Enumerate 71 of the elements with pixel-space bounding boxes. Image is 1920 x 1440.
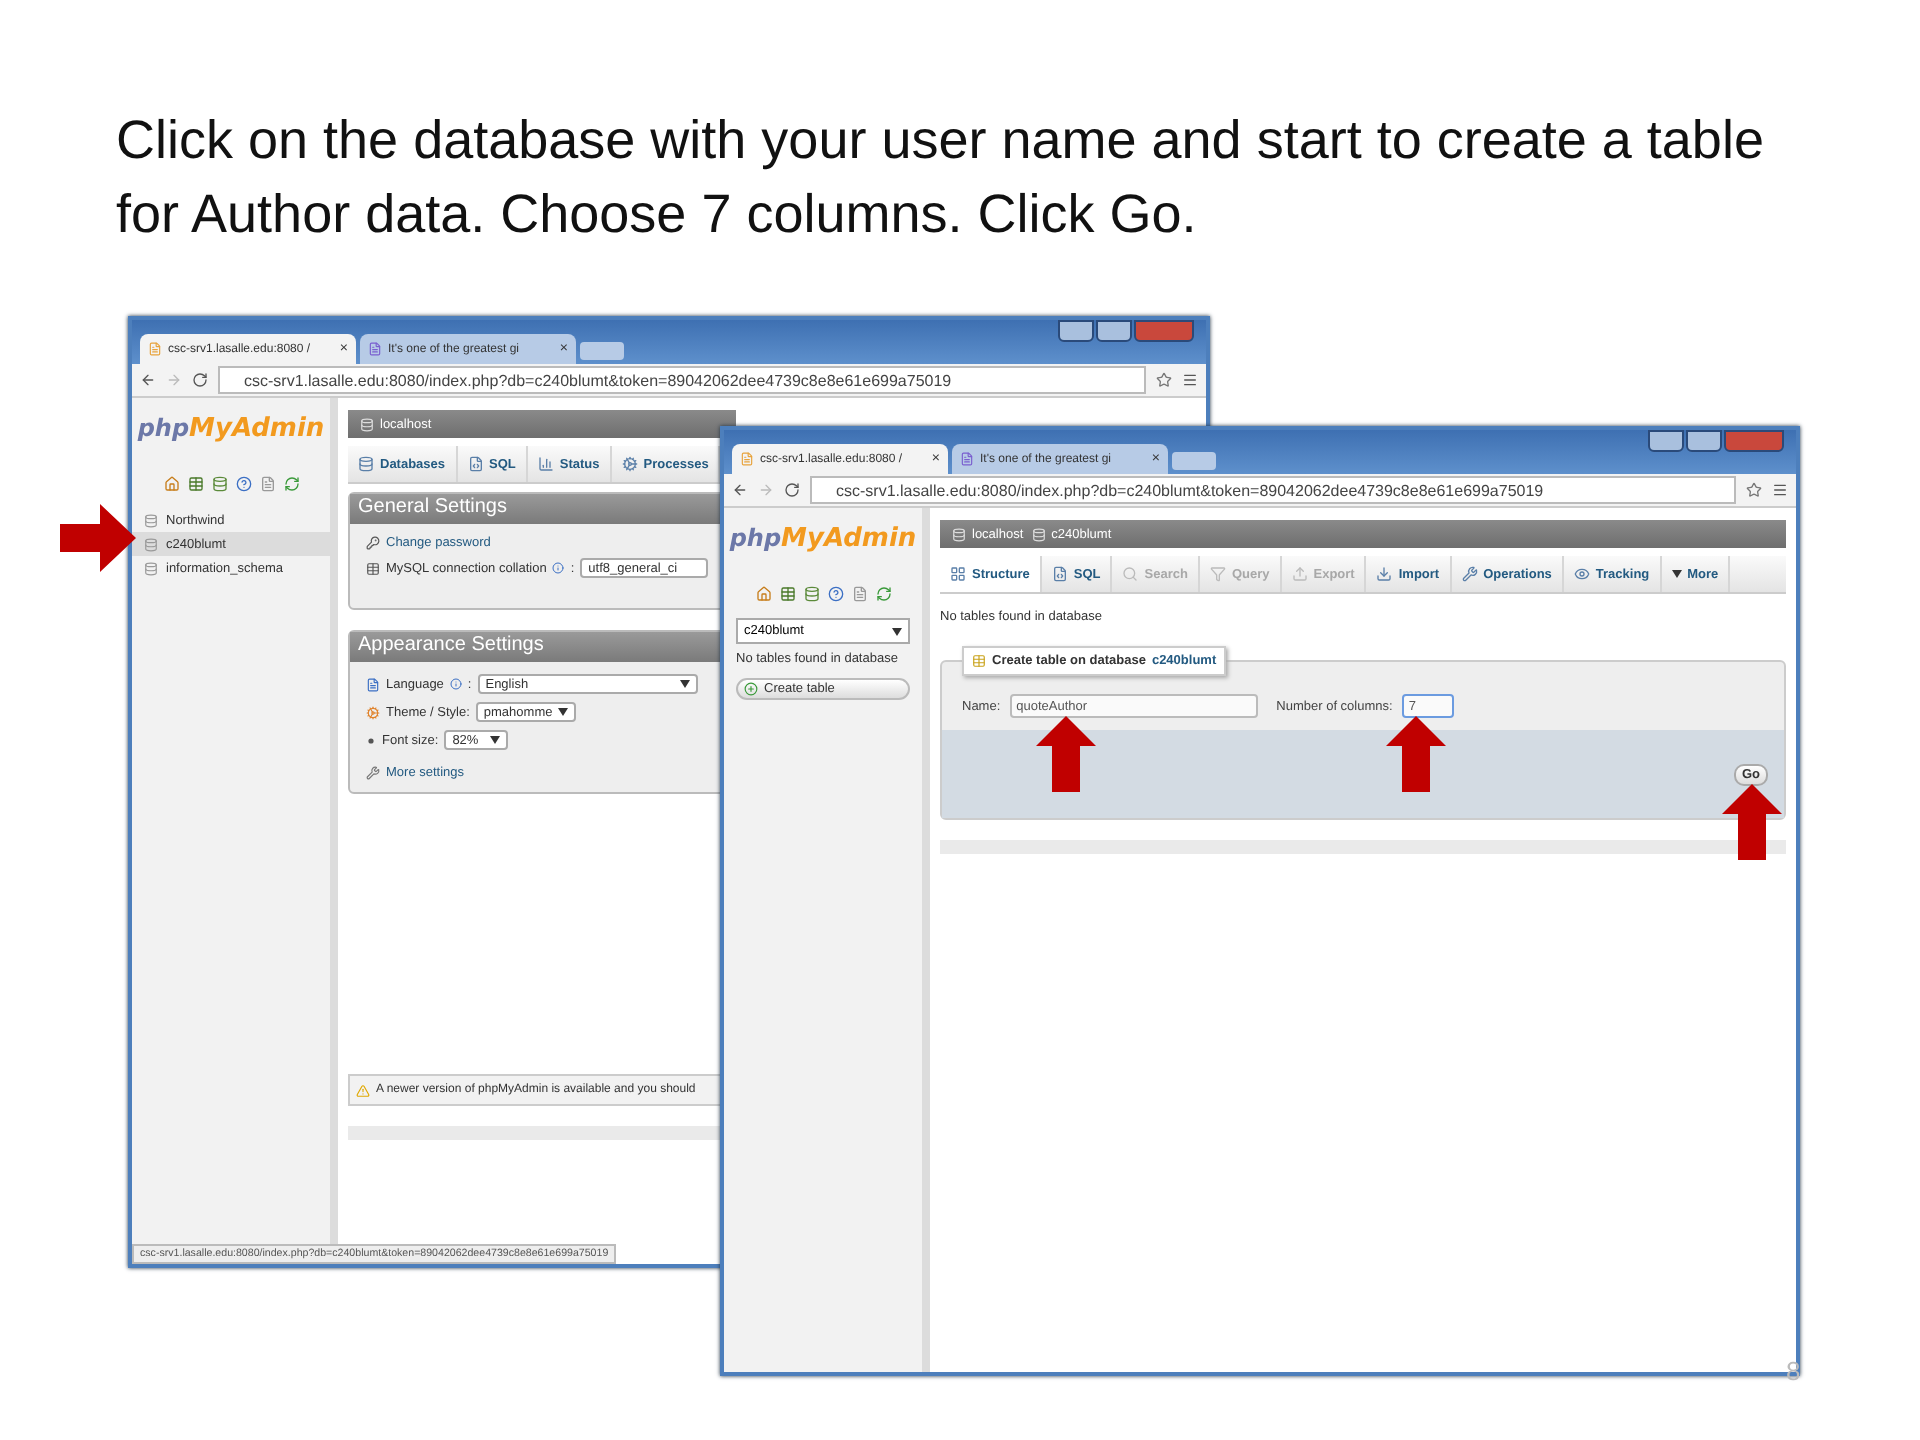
menu-icon[interactable] — [1772, 482, 1788, 498]
reload-icon[interactable] — [192, 372, 208, 388]
page-icon — [960, 452, 974, 466]
status-icon — [537, 456, 554, 472]
document-icon[interactable] — [259, 476, 275, 492]
database-icon — [144, 537, 158, 551]
page-icon — [148, 342, 162, 356]
pointer-arrow — [1386, 716, 1446, 792]
server-icon — [360, 417, 374, 431]
language-icon — [366, 677, 380, 691]
minimize-button[interactable] — [1058, 320, 1094, 342]
export-icon — [1291, 566, 1308, 582]
address-field[interactable]: csc-srv1.lasalle.edu:8080/index.php?db=c240blumt&token=89042062dee4739c8e8e61e699a75019 — [810, 476, 1736, 504]
table-icon[interactable] — [187, 476, 203, 492]
warning-icon — [356, 1083, 370, 1097]
database-icon — [144, 513, 158, 527]
table-icon — [366, 561, 380, 575]
server-icon — [952, 527, 966, 541]
table-icon[interactable] — [779, 586, 795, 602]
back-icon[interactable] — [732, 482, 748, 498]
maximize-button[interactable] — [1096, 320, 1132, 342]
star-icon[interactable] — [1746, 482, 1762, 498]
menu-icon[interactable] — [1182, 372, 1198, 388]
reload-icon[interactable] — [784, 482, 800, 498]
minimize-button[interactable] — [1648, 430, 1684, 452]
logo: phpMyAdmin — [137, 414, 325, 444]
table-icon — [972, 654, 986, 668]
home-icon[interactable] — [163, 476, 179, 492]
info-icon[interactable] — [449, 678, 462, 690]
help-icon[interactable] — [235, 476, 251, 492]
operations-icon — [1461, 566, 1478, 582]
pointer-arrow — [1722, 784, 1782, 860]
bullet-icon — [366, 735, 376, 745]
maximize-button[interactable] — [1686, 430, 1722, 452]
processes-icon — [621, 456, 638, 472]
logo: phpMyAdmin — [729, 524, 917, 554]
wrench-icon — [366, 766, 380, 780]
tracking-icon — [1573, 566, 1590, 582]
database-icon — [144, 561, 158, 575]
caret-icon — [1671, 570, 1682, 578]
help-icon[interactable] — [827, 586, 843, 602]
page-icon — [740, 452, 754, 466]
pointer-arrow — [60, 504, 136, 572]
database-icon[interactable] — [803, 586, 819, 602]
page-number: 8 — [1786, 1356, 1801, 1386]
reload-icon[interactable] — [875, 586, 891, 602]
star-icon[interactable] — [1156, 372, 1172, 388]
address-field[interactable]: csc-srv1.lasalle.edu:8080/index.php?db=c240blumt&token=89042062dee4739c8e8e61e699a75019 — [218, 366, 1146, 394]
reload-icon[interactable] — [283, 476, 299, 492]
query-icon — [1209, 566, 1226, 582]
key-icon — [366, 536, 380, 550]
search-icon — [1122, 566, 1139, 582]
info-icon[interactable] — [552, 562, 565, 574]
database-icon[interactable] — [211, 476, 227, 492]
instruction-text: Click on the database with your user name and start to create a table for Author data. Choose 7 columns. Click Go. — [114, 108, 1766, 248]
database-icon — [358, 456, 374, 472]
pointer-arrow — [1036, 716, 1096, 792]
dropdown-caret-icon — [490, 736, 501, 744]
home-icon[interactable] — [755, 586, 771, 602]
dropdown-caret-icon — [557, 708, 568, 716]
dropdown-caret-icon — [679, 680, 690, 688]
document-icon[interactable] — [851, 586, 867, 602]
sql-icon — [467, 456, 484, 472]
plus-icon — [744, 682, 758, 696]
structure-icon — [950, 566, 966, 582]
dropdown-caret-icon — [892, 627, 902, 635]
page-icon — [368, 342, 382, 356]
server-icon — [1031, 527, 1046, 541]
back-icon[interactable] — [140, 372, 156, 388]
import-icon — [1376, 566, 1393, 582]
sql-icon — [1051, 566, 1068, 582]
